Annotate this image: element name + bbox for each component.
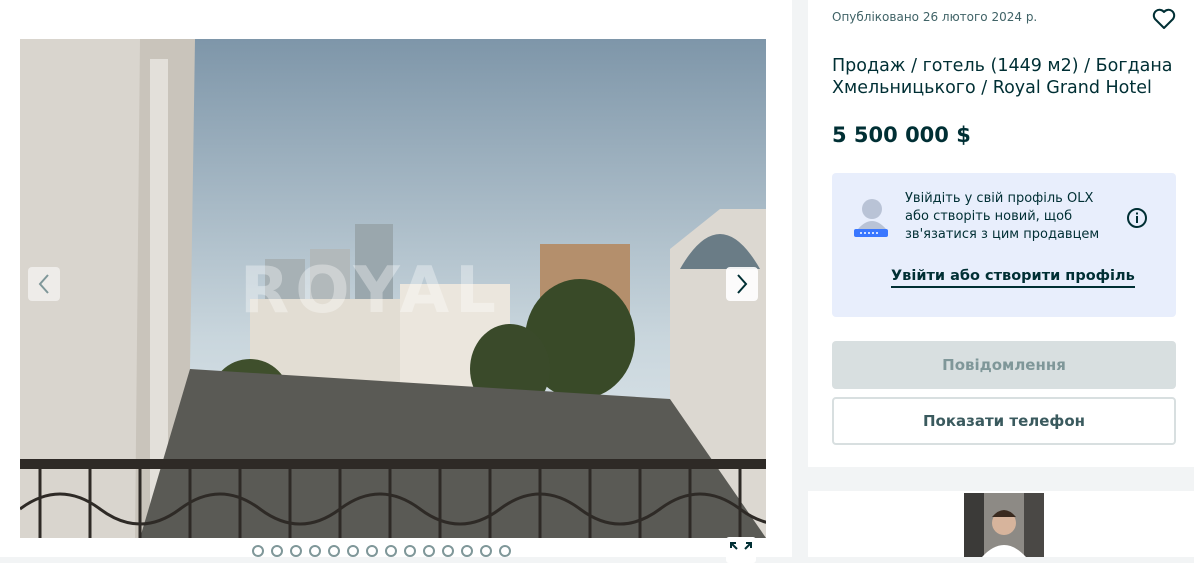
pagination-dot[interactable] xyxy=(442,545,454,557)
posted-date: Опубліковано 26 лютого 2024 р. xyxy=(832,10,1038,24)
listing-photo[interactable]: ROYAL xyxy=(20,39,766,538)
pagination-dot[interactable] xyxy=(252,545,264,557)
ad-price: 5 500 000 $ xyxy=(832,123,971,147)
pagination-dot[interactable] xyxy=(271,545,283,557)
pagination-dot[interactable] xyxy=(290,545,302,557)
login-prompt-text: Увійдіть у свій профіль OLX або створіть… xyxy=(905,191,1100,242)
seller-avatar[interactable] xyxy=(964,493,1044,557)
pagination-dot[interactable] xyxy=(385,545,397,557)
next-photo-button[interactable] xyxy=(726,267,758,301)
pagination-dot[interactable] xyxy=(423,545,435,557)
pagination-dot[interactable] xyxy=(366,545,378,557)
profile-placeholder-icon xyxy=(852,195,892,243)
previous-photo-button[interactable] xyxy=(28,267,60,301)
favorite-button[interactable] xyxy=(1152,8,1176,34)
expand-icon xyxy=(730,542,752,550)
pagination-dot[interactable] xyxy=(499,545,511,557)
gallery-panel: ROYAL xyxy=(0,0,792,563)
seller-card xyxy=(808,491,1194,557)
ad-summary-card: Опубліковано 26 лютого 2024 р. Продаж / … xyxy=(808,0,1194,467)
fullscreen-button[interactable] xyxy=(726,537,756,563)
pagination-dot[interactable] xyxy=(328,545,340,557)
pagination-dot[interactable] xyxy=(309,545,321,557)
info-icon[interactable] xyxy=(1126,207,1148,233)
pagination-dot[interactable] xyxy=(461,545,473,557)
heart-icon xyxy=(1152,8,1176,29)
pagination-dot[interactable] xyxy=(404,545,416,557)
photo-pagination xyxy=(252,545,511,557)
pagination-dot[interactable] xyxy=(347,545,359,557)
login-prompt-box: Увійдіть у свій профіль OLX або створіть… xyxy=(832,173,1176,317)
pagination-dot[interactable] xyxy=(480,545,492,557)
chevron-right-icon xyxy=(737,274,748,294)
watermark: ROYAL xyxy=(240,254,502,328)
message-button[interactable]: Повідомлення xyxy=(832,341,1176,389)
chevron-left-icon xyxy=(38,274,49,294)
show-phone-button[interactable]: Показати телефон xyxy=(832,397,1176,445)
ad-title: Продаж / готель (1449 м2) / Богдана Хмел… xyxy=(832,56,1173,98)
login-or-register-link[interactable]: Увійти або створити профіль xyxy=(891,268,1135,288)
